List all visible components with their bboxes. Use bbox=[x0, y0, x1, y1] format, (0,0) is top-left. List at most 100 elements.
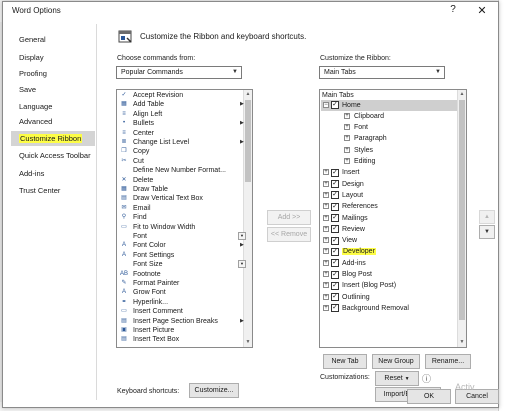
nav-item[interactable]: Add-ins bbox=[11, 166, 95, 181]
ribbon-scrollbar[interactable]: ▲ ▼ bbox=[457, 90, 466, 347]
tab-item[interactable]: + ✓ Insert bbox=[321, 167, 457, 178]
expand-icon[interactable]: + bbox=[323, 271, 329, 277]
expand-icon[interactable]: + bbox=[344, 124, 350, 131]
command-item[interactable]: ✉ Email bbox=[118, 204, 243, 213]
group-item[interactable]: + Clipboard bbox=[321, 111, 457, 122]
command-item[interactable]: ⚭ Hyperlink... bbox=[118, 298, 243, 307]
checkbox[interactable]: ✓ bbox=[331, 225, 339, 234]
group-item[interactable]: + Styles bbox=[321, 145, 457, 156]
checkbox[interactable]: ✓ bbox=[331, 180, 339, 189]
scroll-up-icon[interactable]: ▲ bbox=[458, 90, 466, 99]
add-button[interactable]: Add >> bbox=[267, 210, 311, 225]
tab-item[interactable]: + ✓ View bbox=[321, 235, 457, 246]
expand-icon[interactable]: + bbox=[323, 282, 329, 289]
expand-icon[interactable]: + bbox=[323, 180, 329, 187]
checkbox[interactable]: ✓ bbox=[331, 270, 339, 279]
expand-icon[interactable]: + bbox=[323, 293, 329, 300]
expand-icon[interactable]: + bbox=[323, 237, 329, 244]
command-item[interactable]: Font Size ▼ bbox=[118, 260, 246, 269]
command-item[interactable]: A Grow Font bbox=[118, 288, 243, 297]
command-item[interactable]: ✕ Delete bbox=[118, 176, 243, 185]
nav-item[interactable]: General bbox=[11, 32, 95, 47]
tab-item[interactable]: + ✓ Developer bbox=[321, 246, 457, 257]
rename-button[interactable]: Rename... bbox=[425, 354, 471, 369]
command-item[interactable]: AB Footnote bbox=[118, 270, 243, 279]
tab-item[interactable]: + ✓ Layout bbox=[321, 190, 457, 201]
group-item[interactable]: + Paragraph bbox=[321, 133, 457, 144]
expand-icon[interactable]: + bbox=[323, 203, 329, 210]
command-item[interactable]: • Bullets ▶ bbox=[118, 119, 244, 128]
checkbox[interactable]: ✓ bbox=[331, 293, 339, 302]
nav-item[interactable]: Language bbox=[11, 99, 95, 114]
commands-scrollbar[interactable]: ▲ ▼ bbox=[243, 90, 252, 347]
expand-icon[interactable]: + bbox=[344, 146, 350, 153]
expand-icon[interactable]: + bbox=[323, 304, 329, 311]
checkbox[interactable]: ✓ bbox=[331, 236, 339, 245]
expand-icon[interactable]: + bbox=[323, 169, 329, 176]
command-item[interactable]: ▭ Insert Comment bbox=[118, 307, 243, 316]
command-item[interactable]: ▤ Insert Page Section Breaks ▶ bbox=[118, 317, 244, 326]
new-tab-button[interactable]: New Tab bbox=[323, 354, 367, 369]
tab-item[interactable]: + ✓ Background Removal bbox=[321, 303, 457, 314]
nav-item[interactable]: Display bbox=[11, 50, 95, 65]
scroll-down-icon[interactable]: ▼ bbox=[244, 338, 252, 347]
customize-keyboard-button[interactable]: Customize... bbox=[189, 383, 239, 398]
tab-item[interactable]: + ✓ Mailings bbox=[321, 213, 457, 224]
group-item[interactable]: + Font bbox=[321, 122, 457, 133]
move-down-button[interactable]: ▼ bbox=[479, 225, 495, 239]
new-group-button[interactable]: New Group bbox=[372, 354, 420, 369]
command-item[interactable]: ▭ Fit to Window Width bbox=[118, 223, 243, 232]
command-item[interactable]: ≡ Center bbox=[118, 129, 243, 138]
checkbox[interactable]: ✓ bbox=[331, 202, 339, 211]
expand-icon[interactable]: + bbox=[323, 214, 329, 221]
checkbox[interactable]: ✓ bbox=[331, 247, 339, 256]
command-item[interactable]: ▤ Draw Vertical Text Box bbox=[118, 194, 243, 203]
scroll-up-icon[interactable]: ▲ bbox=[244, 90, 252, 99]
tab-item[interactable]: + ✓ Design bbox=[321, 179, 457, 190]
customize-ribbon-select[interactable]: Main Tabs ▼ bbox=[319, 66, 445, 79]
command-item[interactable]: Define New Number Format... bbox=[118, 166, 243, 175]
group-item[interactable]: + Editing bbox=[321, 156, 457, 167]
tab-item[interactable]: + ✓ Outlining bbox=[321, 292, 457, 303]
command-item[interactable]: ≡ Align Left bbox=[118, 110, 243, 119]
command-item[interactable]: A Font Color ▶ bbox=[118, 241, 244, 250]
ok-button[interactable]: OK bbox=[407, 389, 451, 404]
command-item[interactable]: ≣ Change List Level ▶ bbox=[118, 138, 243, 147]
checkbox[interactable]: ✓ bbox=[331, 281, 339, 290]
help-button[interactable]: ? bbox=[447, 4, 459, 15]
command-item[interactable]: ▦ Draw Table bbox=[118, 185, 243, 194]
remove-button[interactable]: << Remove bbox=[267, 227, 311, 242]
nav-item[interactable]: Proofing bbox=[11, 66, 95, 81]
reset-button[interactable]: Reset ▼ bbox=[375, 371, 419, 386]
scroll-thumb[interactable] bbox=[459, 100, 465, 320]
tab-item[interactable]: + ✓ Blog Post bbox=[321, 269, 457, 280]
command-item[interactable]: ✓ Accept Revision bbox=[118, 91, 243, 100]
checkbox[interactable]: ✓ bbox=[331, 214, 339, 222]
scroll-thumb[interactable] bbox=[245, 100, 251, 182]
nav-item[interactable]: Save bbox=[11, 82, 95, 97]
checkbox[interactable]: ✓ bbox=[331, 101, 339, 109]
tab-item[interactable]: + ✓ Review bbox=[321, 224, 457, 235]
command-item[interactable]: ▤ Insert Text Box bbox=[118, 335, 243, 344]
nav-item[interactable]: Customize Ribbon bbox=[11, 131, 95, 146]
commands-list[interactable]: ▲ ▼ ✓ Accept Revision ▦ Add Table ▶ ≡ Align Le… bbox=[116, 89, 253, 348]
command-item[interactable]: ▣ Insert Picture bbox=[118, 326, 243, 335]
expand-icon[interactable]: + bbox=[323, 248, 329, 255]
tab-item[interactable]: + ✓ Add-ins bbox=[321, 258, 457, 269]
choose-commands-select[interactable]: Popular Commands ▼ bbox=[116, 66, 242, 79]
nav-item[interactable]: Trust Center bbox=[11, 183, 95, 198]
command-item[interactable]: ▦ Add Table ▶ bbox=[118, 100, 244, 109]
nav-item[interactable]: Advanced bbox=[11, 114, 95, 129]
close-button[interactable]: ✕ bbox=[476, 4, 488, 17]
tab-item[interactable]: + ✓ Insert (Blog Post) bbox=[321, 280, 457, 291]
expand-icon[interactable]: + bbox=[344, 135, 350, 142]
tab-home[interactable]: − ✓ Home bbox=[321, 99, 457, 111]
command-item[interactable]: A Font Settings bbox=[118, 251, 243, 260]
ribbon-tree[interactable]: ▲ ▼ Main Tabs − ✓ Home + Clipboard + Font + Parag… bbox=[319, 89, 467, 348]
expand-icon[interactable]: + bbox=[344, 112, 350, 119]
collapse-icon[interactable]: − bbox=[323, 101, 329, 108]
nav-item[interactable]: Quick Access Toolbar bbox=[11, 148, 95, 163]
tab-item[interactable]: + ✓ References bbox=[321, 201, 457, 212]
command-item[interactable]: ✂ Cut bbox=[118, 157, 243, 166]
move-up-button[interactable]: ▲ bbox=[479, 210, 495, 224]
